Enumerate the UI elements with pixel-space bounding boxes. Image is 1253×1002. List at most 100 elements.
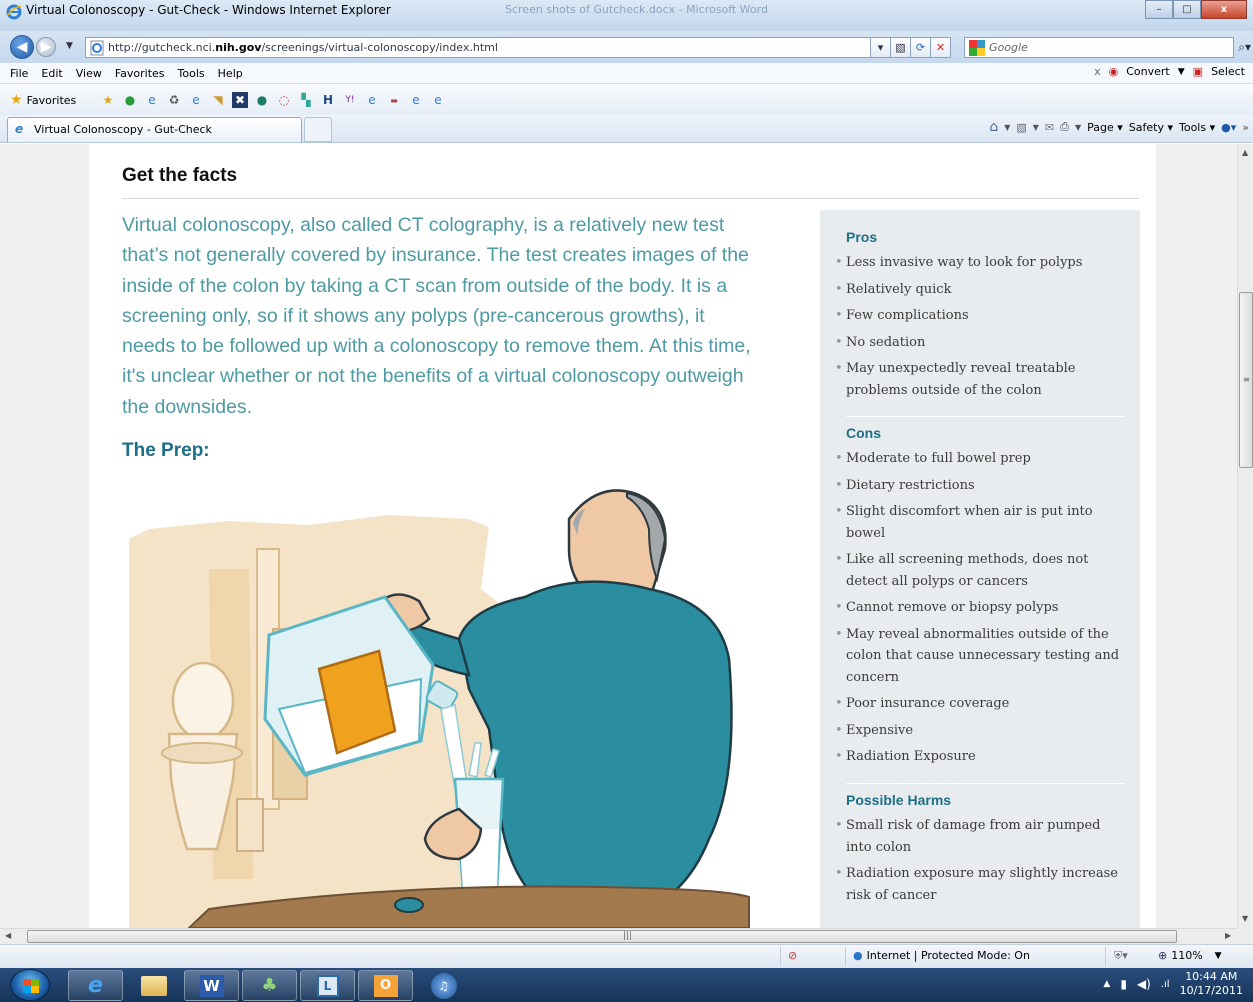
windows-logo-icon [23,979,39,993]
list-item: Poor insurance coverage [830,693,1130,715]
ie-tab-icon: e [15,122,24,136]
safety-menu[interactable]: Safety ▾ [1129,121,1173,134]
favorites-links: ★ ● e ♻ e ◥ ✖ ● ◌ ▚ H Y! e ▬ e e [100,92,446,108]
globe-link-icon[interactable]: ● [122,92,138,108]
scroll-up-icon[interactable]: ▲ [1242,148,1248,157]
vertical-scrollbar[interactable]: ▲ ≡ ▼ [1237,144,1253,928]
forward-button[interactable]: ▶ [36,37,56,57]
menu-tools[interactable]: Tools [172,66,212,81]
ie-logo-icon [6,4,22,23]
select-pdf-icon[interactable]: ▣ [1193,65,1203,78]
power-icon[interactable]: ▮ [1120,977,1127,991]
scroll-left-icon[interactable]: ◀ [5,931,11,940]
privacy-icon[interactable]: ⊘ [788,949,797,962]
favorites-bar: ★ Favorites ★ ● e ♻ e ◥ ✖ ● ◌ ▚ H Y! e ▬… [0,85,1253,115]
address-dropdown-icon[interactable]: ▾ [871,37,891,58]
url-text[interactable]: http://gutcheck.nci.nih.gov/screenings/v… [108,40,498,55]
start-button[interactable] [10,969,50,1001]
grip-icon: ||| [623,931,633,941]
print-icon[interactable]: ⎙ [1060,120,1069,134]
taskbar-word-button[interactable]: W [184,970,239,1001]
menu-view[interactable]: View [70,66,109,81]
show-hidden-icons[interactable]: ▲ [1103,979,1110,989]
close-button[interactable]: x [1201,0,1247,19]
compatibility-view-icon[interactable]: ▧ [891,37,911,58]
web-slice-icon[interactable]: ♻ [166,92,182,108]
signal-icon[interactable]: .ıl [1161,979,1170,990]
page-viewport[interactable]: Get the facts Virtual colonoscopy, also … [0,144,1237,928]
menu-edit[interactable]: Edit [35,66,69,81]
back-button[interactable]: ◀ [10,35,34,59]
section-divider [846,416,1124,417]
feeds-icon[interactable]: ▧ [1016,121,1026,134]
earth-link-icon[interactable]: ● [254,92,270,108]
menu-file[interactable]: File [4,66,35,81]
ie-link-icon[interactable]: e [408,92,424,108]
horizontal-scrollbar[interactable]: ◀ ||| ▶ [0,928,1237,944]
horizontal-scroll-thumb[interactable]: ||| [27,930,1177,943]
convert-dropdown-icon[interactable]: ▼ [1178,67,1185,77]
pros-cons-sidebar: Pros Less invasive way to look for polyp… [820,210,1140,928]
menu-help[interactable]: Help [212,66,250,81]
search-box[interactable]: Google ⌕▾ [964,37,1251,58]
favorites-button[interactable]: ★ Favorites [10,92,76,108]
puzzle-link-icon[interactable]: ▚ [298,92,314,108]
badge-link-icon[interactable]: ▬ [386,92,402,108]
ie-link-icon[interactable]: e [188,92,204,108]
address-bar[interactable]: http://gutcheck.nci.nih.gov/screenings/v… [85,37,871,58]
tools-menu[interactable]: Tools ▾ [1179,121,1215,134]
vertical-scroll-thumb[interactable]: ≡ [1239,292,1253,468]
toolbar-close-icon[interactable]: x [1094,65,1101,78]
taskbar-outlook-button[interactable]: O [358,970,413,1001]
new-tab-button[interactable] [304,117,332,142]
chat-link-icon[interactable]: ◌ [276,92,292,108]
volume-icon[interactable]: ◀) [1137,977,1151,991]
help-icon[interactable]: ●▾ [1221,121,1236,134]
stop-icon[interactable]: ✕ [931,37,951,58]
taskbar-itunes-button[interactable]: ♫ [416,970,471,1001]
history-dropdown-icon[interactable]: ▼ [66,41,73,51]
search-icon[interactable]: ⌕▾ [1238,40,1251,55]
zoom-control[interactable]: ⊕ 110% ▼ [1158,949,1222,962]
scroll-right-icon[interactable]: ▶ [1225,931,1231,940]
ie-link-icon[interactable]: e [364,92,380,108]
zone-indicator[interactable]: ● Internet | Protected Mode: On [853,949,1030,962]
ie-link-icon[interactable]: e [144,92,160,108]
refresh-icon[interactable]: ⟳ [911,37,931,58]
list-item: Few complications [830,305,1130,327]
chevron-more-icon[interactable]: » [1242,121,1249,134]
taskbar-explorer-button[interactable] [126,970,181,1001]
folder-icon [140,975,167,996]
taskbar-network-button[interactable]: ♣ [242,970,297,1001]
ie-window: Virtual Colonoscopy - Gut-Check - Window… [0,0,1253,1002]
convert-button[interactable]: Convert [1126,65,1170,78]
add-favorite-icon[interactable]: ★ [100,92,116,108]
page-icon [90,40,104,59]
zoom-dropdown-icon[interactable]: ▼ [1215,951,1222,961]
h-link-icon[interactable]: H [320,92,336,108]
taskbar-lync-button[interactable]: L [300,970,355,1001]
ie-icon: e [88,973,103,998]
pros-list: Less invasive way to look for polyps Rel… [830,252,1130,406]
yahoo-link-icon[interactable]: Y! [342,92,358,108]
minimize-button[interactable]: – [1145,0,1173,19]
ie-link-icon[interactable]: e [430,92,446,108]
mail-icon[interactable]: ✉ [1045,121,1054,134]
taskbar-ie-button[interactable]: e [68,970,123,1001]
list-item: Cannot remove or biopsy polyps [830,597,1130,619]
tab-active[interactable]: e Virtual Colonoscopy - Gut-Check [7,117,302,142]
harms-list: Small risk of damage from air pumped int… [830,815,1130,911]
home-icon[interactable]: ⌂ [989,119,998,135]
clock[interactable]: 10:44 AM 10/17/2011 [1180,970,1243,998]
ruler-link-icon[interactable]: ◥ [210,92,226,108]
menu-favorites[interactable]: Favorites [109,66,172,81]
x-link-icon[interactable]: ✖ [232,92,248,108]
scroll-down-icon[interactable]: ▼ [1242,914,1248,923]
protection-icon[interactable]: ⛨▾ [1114,949,1128,963]
maximize-button[interactable]: □ [1173,0,1201,19]
convert-pdf-icon[interactable]: ◉ [1109,65,1119,78]
select-button[interactable]: Select [1211,65,1245,78]
document-app-icon: L [316,974,339,997]
page-menu[interactable]: Page ▾ [1087,121,1123,134]
command-bar: ⌂ ▼ ▧ ▼ ✉ ⎙ ▼ Page ▾ Safety ▾ Tools ▾ ●▾ » [989,119,1249,135]
